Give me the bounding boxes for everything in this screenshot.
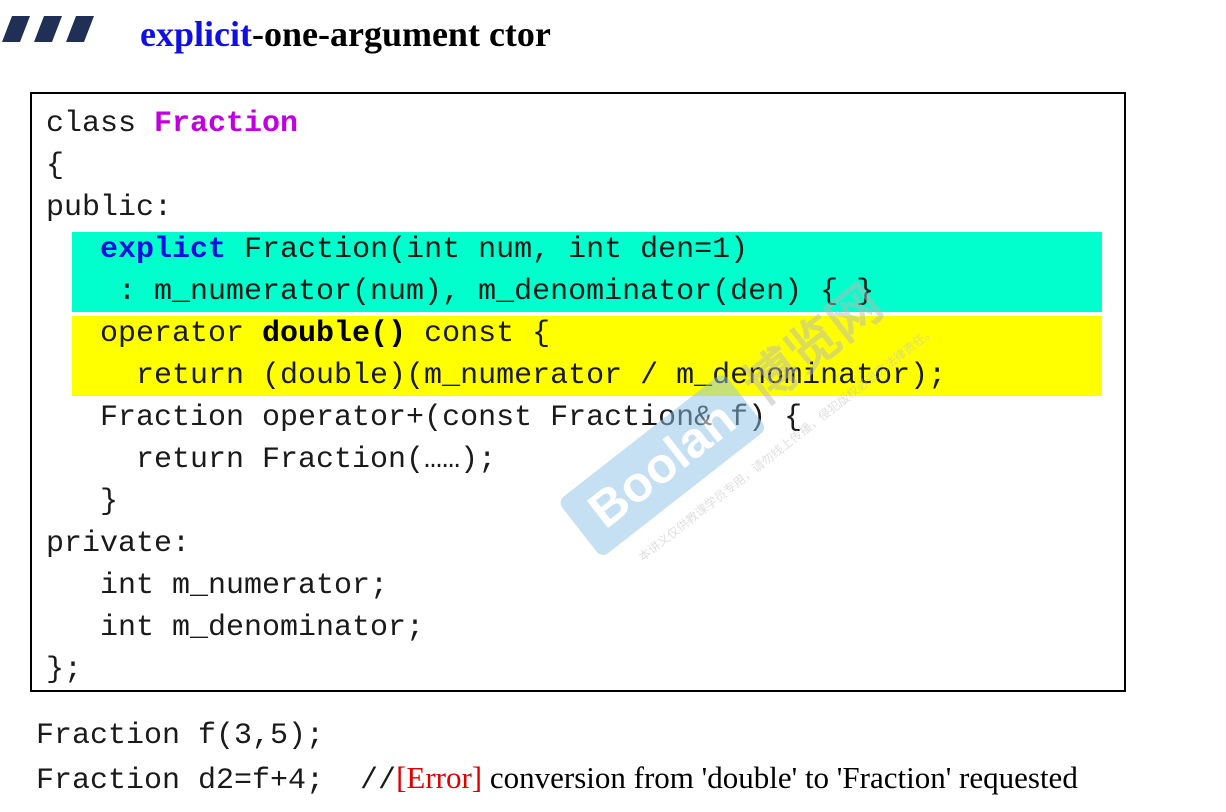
error-message: conversion from 'double' to 'Fraction' r… [482,760,1078,795]
slash-decoration-icon [2,16,30,42]
class-name: Fraction [154,107,299,141]
code-line: operator double() const { [46,314,550,354]
usage-line: Fraction d2=f+4; //[Error] conversion fr… [36,758,1078,798]
code-line: int m_denominator; [46,611,425,645]
code-line: public: [46,191,173,225]
code-text: const { [406,317,551,351]
conversion-type: double() [262,317,407,351]
title-rest: -one-argument ctor [251,14,551,54]
code-line: return Fraction(……); [46,443,497,477]
code-line: class Fraction [46,104,298,144]
code-line: } [46,485,119,519]
error-label: [Error] [396,760,483,795]
slash-decoration-icon [34,16,62,42]
code-text: class [46,107,155,141]
code-line: : m_numerator(num), m_denominator(den) {… [46,275,875,309]
page-title: explicit-one-argument ctor [140,12,551,56]
code-box: class Fraction { public: explict Fractio… [30,92,1126,692]
usage-line: Fraction f(3,5); [36,719,325,753]
code-line: int m_numerator; [46,569,389,603]
code-line: Fraction operator+(const Fraction& f) { [46,401,803,435]
slash-decoration-icon [66,16,94,42]
title-keyword: explicit [140,14,252,54]
code-text: operator [46,317,263,351]
code-line: return (double)(m_numerator / m_denomina… [46,359,947,393]
code-text: Fraction(int num, int den=1) [226,233,749,267]
code-line: explict Fraction(int num, int den=1) [46,230,748,270]
explicit-keyword: explict [100,233,227,267]
usage-code: Fraction d2=f+4; // [36,764,397,798]
code-line: private: [46,527,191,561]
code-line: }; [46,653,83,687]
code-line: { [46,149,65,183]
title-bar: explicit-one-argument ctor [0,0,1226,70]
